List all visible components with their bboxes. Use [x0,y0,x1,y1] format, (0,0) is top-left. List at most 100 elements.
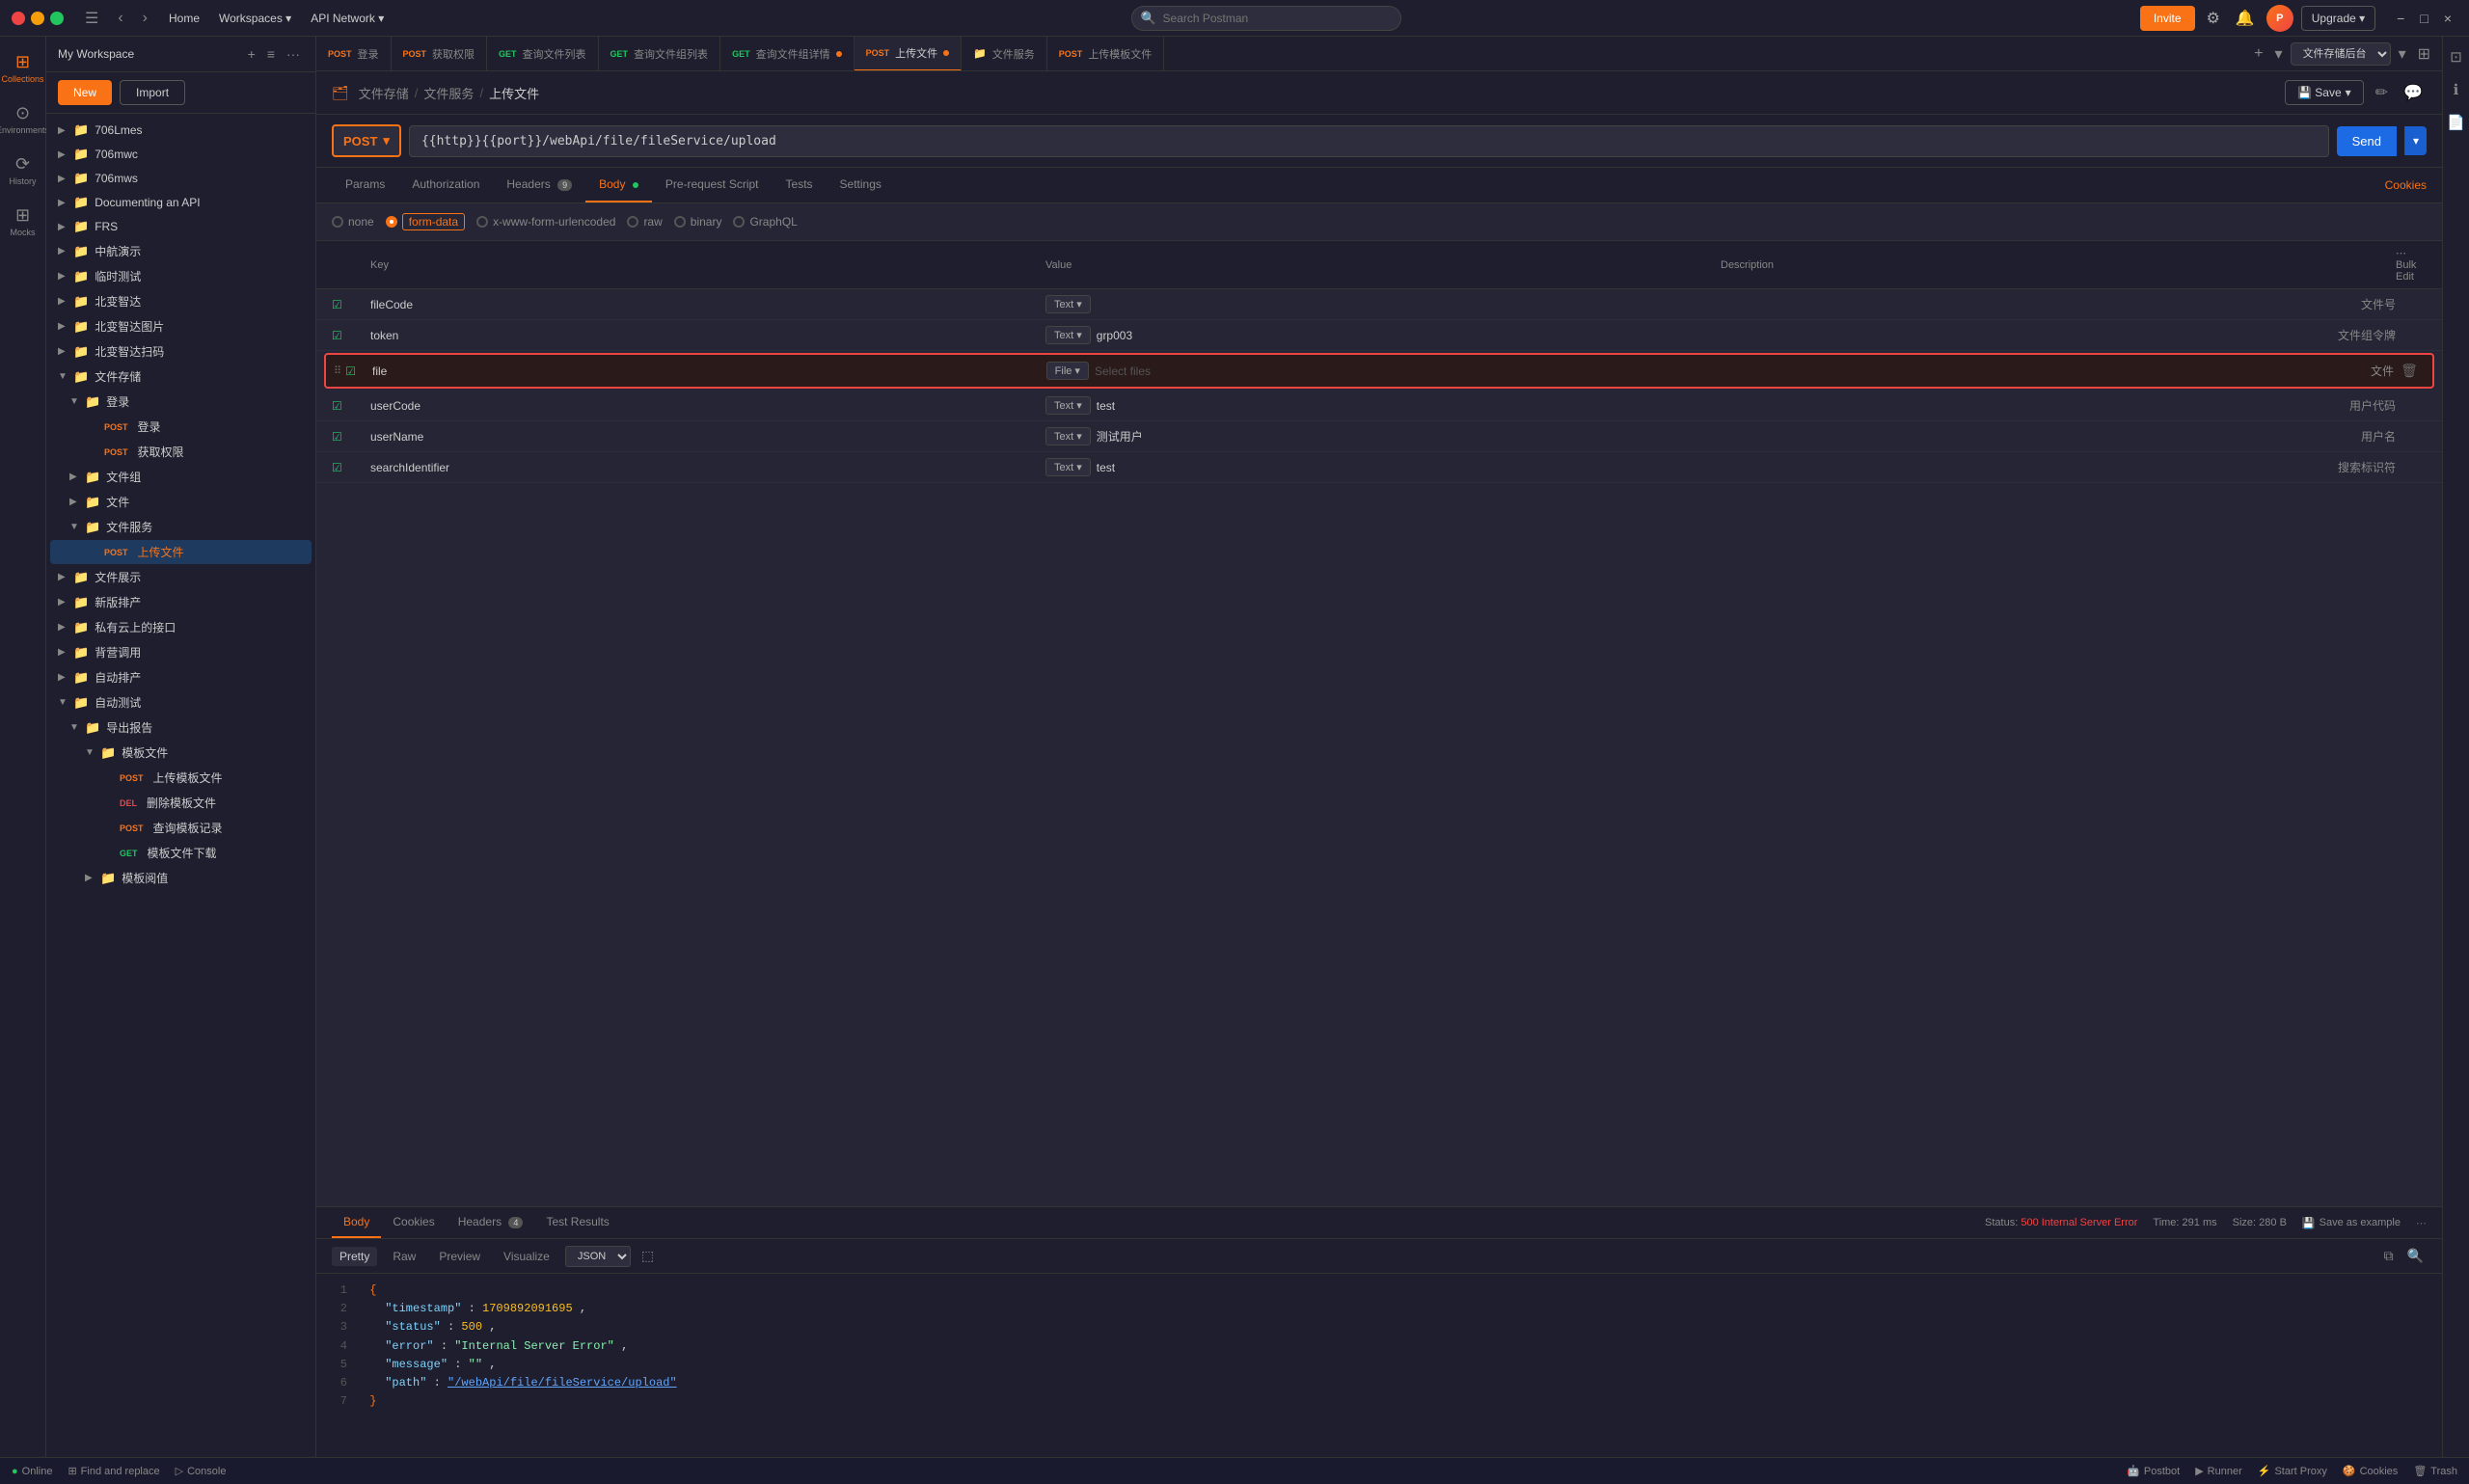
option-raw[interactable]: raw [627,215,662,229]
forward-button[interactable]: › [137,8,153,29]
resp-tab-cookies[interactable]: Cookies [381,1207,446,1238]
checkbox-file[interactable]: ☑ [345,364,356,378]
right-panel-icon1[interactable]: ⊡ [2446,44,2466,69]
drag-handle[interactable]: ⠿ [334,364,341,377]
type-badge-text[interactable]: Text ▾ [1045,427,1091,445]
search-response-button[interactable]: 🔍 [2404,1245,2427,1267]
status-online-item[interactable]: ● Online [12,1466,52,1477]
url-input[interactable] [409,125,2329,157]
collection-beibian[interactable]: ▶ 📁 北变智达 [50,289,312,313]
right-panel-icon2[interactable]: ℹ [2450,77,2463,102]
option-graphql[interactable]: GraphQL [733,215,797,229]
sidebar-item-history[interactable]: ⟳ History [2,147,44,194]
collection-706mwc[interactable]: ▶ 📁 706mwc [50,143,312,166]
folder-filegroup[interactable]: ▶ 📁 文件组 [50,465,312,489]
comment-button[interactable]: 💬 [2400,79,2427,106]
workspaces-menu[interactable]: Workspaces ▾ [211,8,299,29]
tab-querydetail[interactable]: GET 查询文件组详情 [720,37,855,71]
filter-button[interactable]: ≡ [263,44,279,64]
folder-login[interactable]: ▼ 📁 登录 [50,390,312,414]
folder-fileservice[interactable]: ▼ 📁 文件服务 [50,515,312,539]
format-icon-button[interactable]: ⬚ [638,1245,657,1267]
type-badge-text[interactable]: Text ▾ [1045,295,1091,313]
breadcrumb-part1[interactable]: 文件存储 [359,84,409,102]
pretty-button[interactable]: Pretty [332,1247,377,1266]
request-download-template[interactable]: GET 模板文件下载 [50,841,312,865]
sidebar-item-environments[interactable]: ⊙ Environments [2,95,44,143]
delete-file-button[interactable]: 🗑 [2394,361,2425,381]
format-selector[interactable]: JSON XML HTML Text [565,1246,631,1267]
cookies-item[interactable]: 🍪 Cookies [2343,1465,2398,1477]
add-tab-button[interactable]: + [2250,41,2266,67]
save-button[interactable]: 💾 Save ▾ [2285,80,2364,105]
window-close[interactable]: × [2438,7,2457,30]
side-panel-button[interactable]: ⊞ [2414,40,2434,67]
collection-yingyingdiaoyong[interactable]: ▶ 📁 背营调用 [50,640,312,664]
sidebar-item-collections[interactable]: ⊞ Collections [2,44,44,92]
method-selector[interactable]: POST ▾ [332,124,401,157]
tab-upload-template[interactable]: POST 上传模板文件 [1047,37,1165,71]
tab-authorization[interactable]: Authorization [398,168,493,202]
maximize-button[interactable] [50,12,64,25]
type-badge-text[interactable]: Text ▾ [1045,326,1091,344]
tab-denglu[interactable]: POST 登录 [316,37,392,71]
tab-headers[interactable]: Headers 9 [493,168,585,202]
api-network-menu[interactable]: API Network ▾ [303,8,392,29]
type-badge-text[interactable]: Text ▾ [1045,458,1091,476]
back-button[interactable]: ‹ [112,8,128,29]
tab-body[interactable]: Body [585,168,652,202]
collection-beibianpic[interactable]: ▶ 📁 北变智达图片 [50,314,312,338]
collection-706mws[interactable]: ▶ 📁 706mws [50,167,312,190]
request-delete-template[interactable]: DEL 删除模板文件 [50,791,312,815]
tab-getperm[interactable]: POST 获取权限 [392,37,488,71]
option-binary[interactable]: binary [674,215,722,229]
cookies-link[interactable]: Cookies [2385,178,2427,192]
upgrade-button[interactable]: Upgrade ▾ [2301,6,2375,31]
folder-template[interactable]: ▼ 📁 模板文件 [50,741,312,765]
collection-documenting[interactable]: ▶ 📁 Documenting an API [50,191,312,214]
checkbox-username[interactable]: ☑ [332,430,370,444]
collection-privatecloud[interactable]: ▶ 📁 私有云上的接口 [50,615,312,639]
collection-zhonghangyanshu[interactable]: ▶ 📁 中航演示 [50,239,312,263]
collection-706lmes[interactable]: ▶ 📁 706Lmes [50,119,312,142]
request-login[interactable]: POST 登录 [50,415,312,439]
collection-linshiceshi[interactable]: ▶ 📁 临时测试 [50,264,312,288]
window-maximize[interactable]: □ [2414,7,2433,30]
tab-settings[interactable]: Settings [827,168,895,202]
home-link[interactable]: Home [161,8,207,29]
copy-response-button[interactable]: ⧉ [2381,1245,2397,1267]
collection-filestorage[interactable]: ▼ 📁 文件存储 [50,364,312,389]
request-getpermission[interactable]: POST 获取权限 [50,440,312,464]
collection-autoplan[interactable]: ▶ 📁 自动排产 [50,665,312,689]
request-upload-active[interactable]: POST 上传文件 [50,540,312,564]
start-proxy-item[interactable]: ⚡ Start Proxy [2258,1465,2327,1477]
request-upload-template[interactable]: POST 上传模板文件 [50,766,312,790]
console-item[interactable]: ▷ Console [176,1465,227,1477]
send-button[interactable]: Send [2337,126,2397,156]
collection-beibiancode[interactable]: ▶ 📁 北变智达扫码 [50,339,312,364]
visualize-button[interactable]: Visualize [496,1247,557,1266]
tab-querylist[interactable]: GET 查询文件列表 [487,37,599,71]
tab-fileservice[interactable]: 📁 文件服务 [962,37,1047,71]
settings-icon[interactable]: ⚙ [2203,5,2224,32]
preview-button[interactable]: Preview [431,1247,488,1266]
tab-querygroup[interactable]: GET 查询文件组列表 [599,37,721,71]
checkbox-searchid[interactable]: ☑ [332,461,370,474]
checkbox-filecode[interactable]: ☑ [332,298,370,311]
raw-button[interactable]: Raw [385,1247,423,1266]
resp-tab-headers[interactable]: Headers 4 [447,1207,535,1238]
new-button[interactable]: New [58,80,112,105]
menu-button[interactable]: ☰ [79,7,104,30]
collection-frs[interactable]: ▶ 📁 FRS [50,215,312,238]
bell-icon[interactable]: 🔔 [2232,5,2259,32]
folder-file[interactable]: ▶ 📁 文件 [50,490,312,514]
right-panel-icon3[interactable]: 📄 [2443,110,2469,135]
tab-tests[interactable]: Tests [773,168,827,202]
request-query-template[interactable]: POST 查询模板记录 [50,816,312,840]
checkbox-usercode[interactable]: ☑ [332,399,370,413]
window-minimize[interactable]: − [2391,7,2410,30]
save-example-button[interactable]: 💾 Save as example [2302,1217,2401,1229]
sidebar-item-mocks[interactable]: ⊞ Mocks [2,198,44,245]
checkbox-token[interactable]: ☑ [332,329,370,342]
search-input[interactable] [1131,6,1401,31]
